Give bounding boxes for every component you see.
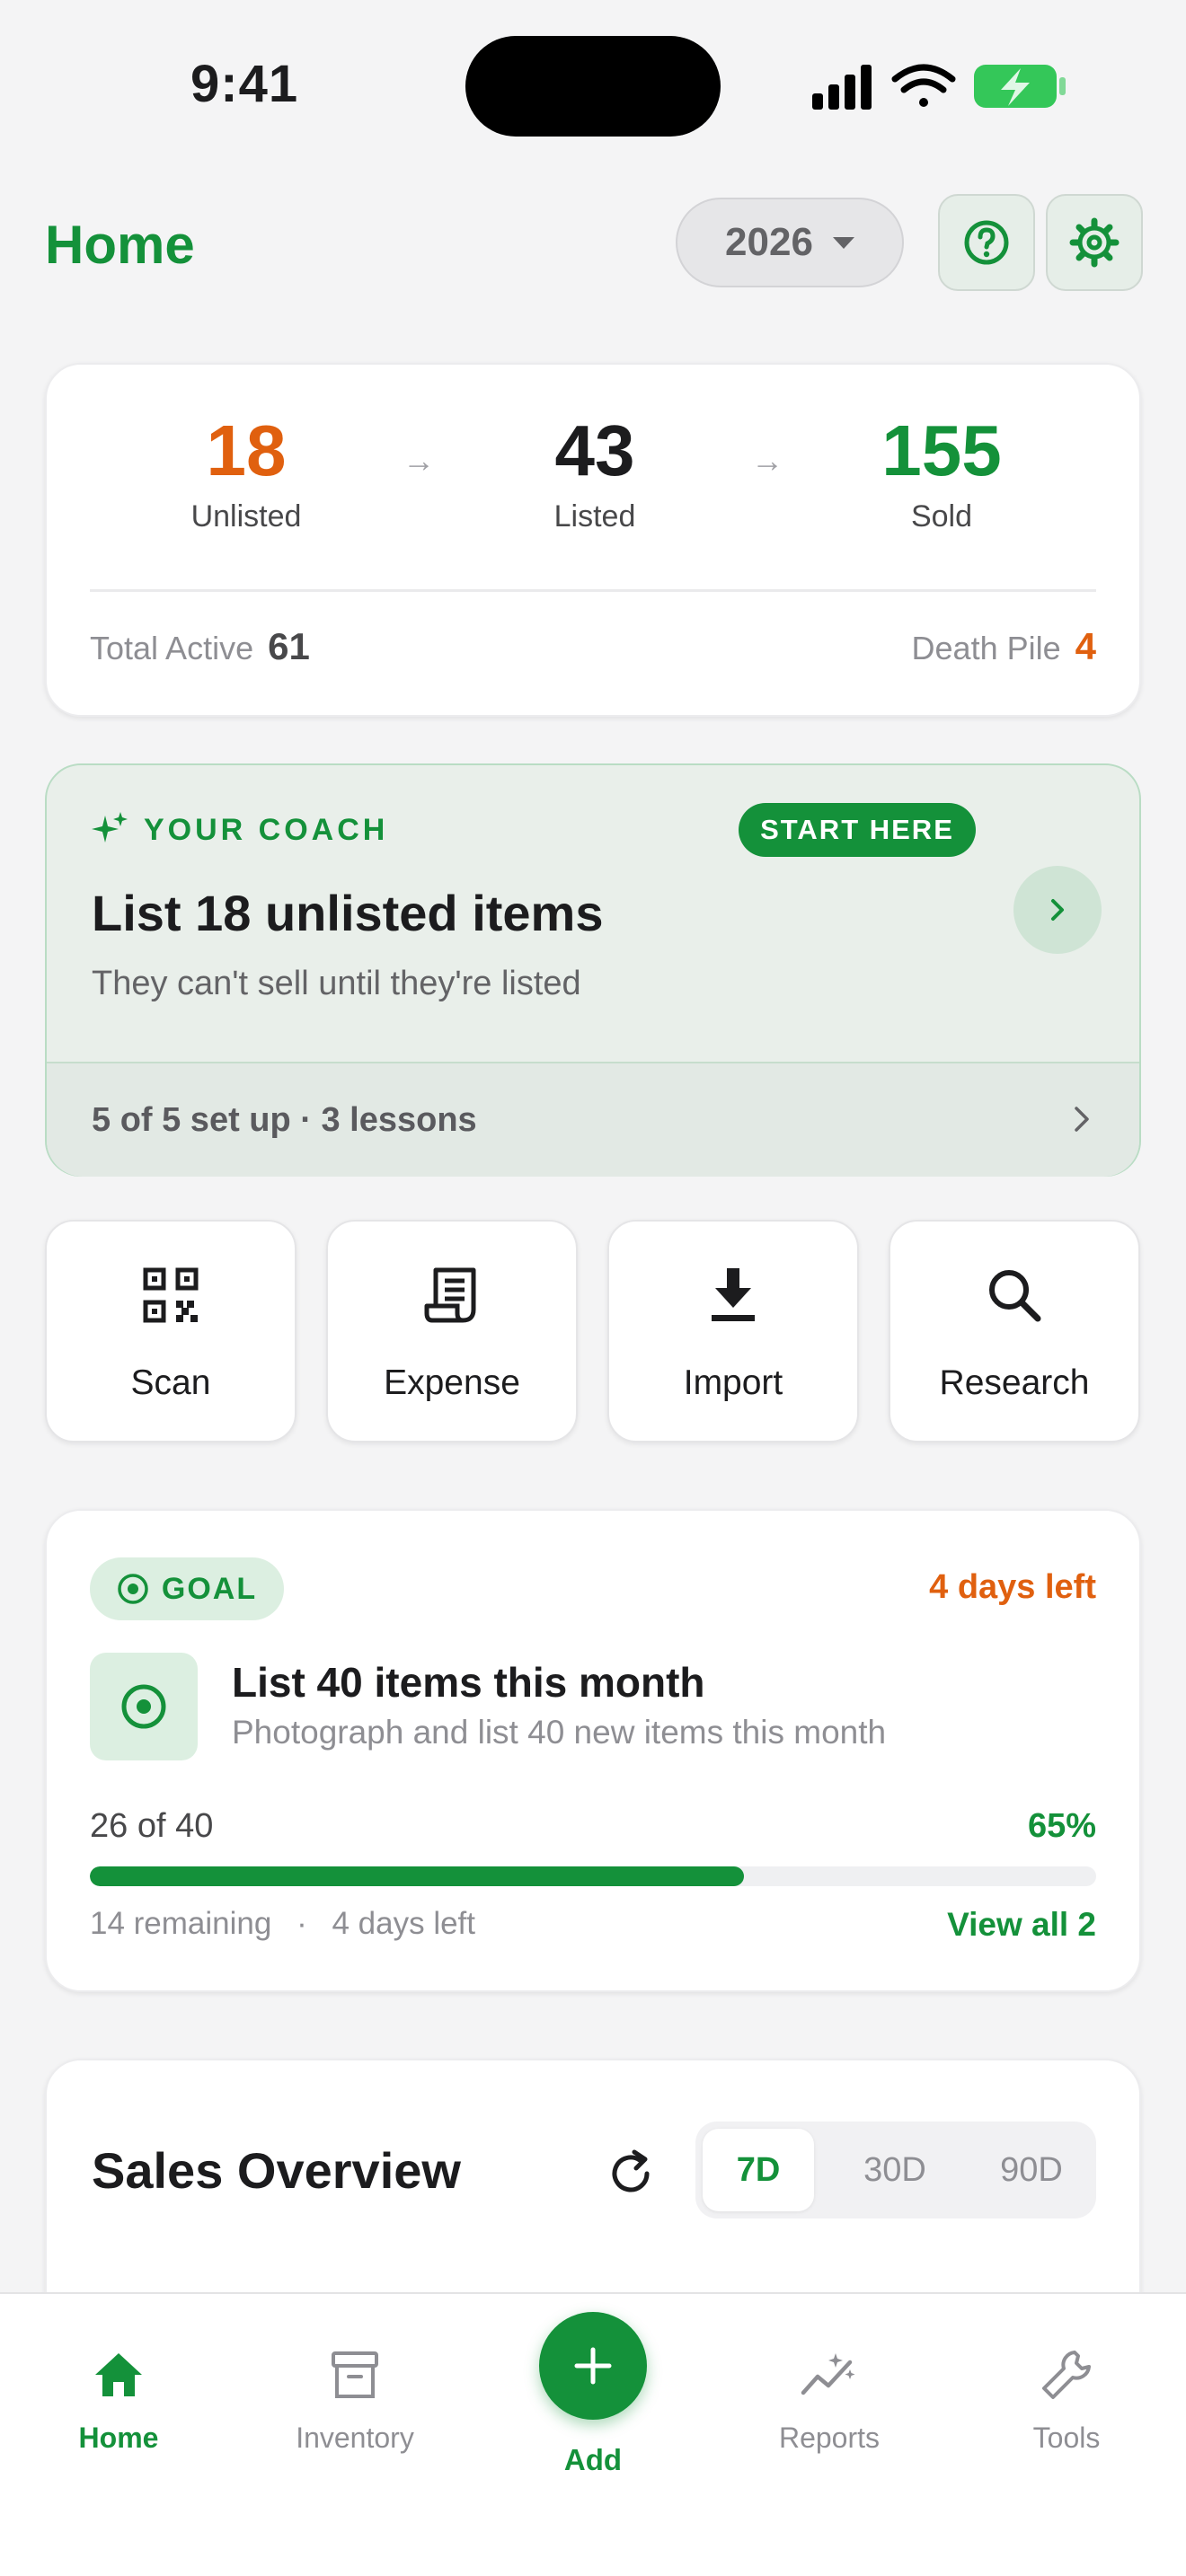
start-here-badge: START HERE — [739, 803, 976, 857]
target-icon — [118, 1574, 148, 1604]
coach-card[interactable]: YOUR COACH START HERE List 18 unlisted i… — [45, 763, 1141, 1177]
chevron-down-icon — [832, 236, 854, 249]
coach-subtitle: They can't sell until they're listed — [92, 965, 581, 1002]
settings-button[interactable] — [1046, 194, 1143, 291]
goal-progress-count: 26 of 40 — [90, 1807, 214, 1845]
plus-icon — [574, 2347, 612, 2385]
add-button[interactable] — [539, 2312, 647, 2420]
tab-inventory[interactable]: Inventory — [256, 2339, 454, 2455]
goal-badge-label: GOAL — [161, 1571, 258, 1606]
home-icon — [95, 2353, 142, 2396]
battery-charging-icon — [974, 65, 1066, 108]
cellular-signal-icon — [812, 65, 872, 110]
archive-box-icon — [332, 2351, 378, 2398]
goal-title: List 40 items this month — [232, 1659, 705, 1706]
divider — [90, 589, 1096, 592]
wifi-icon — [891, 64, 956, 107]
sold-label: Sold — [910, 499, 973, 534]
scan-button[interactable]: Scan — [45, 1220, 296, 1442]
import-label: Import — [683, 1363, 783, 1402]
sold-count: 155 — [881, 410, 1002, 490]
stat-unlisted[interactable]: 18 Unlisted — [156, 410, 336, 534]
goal-badge: GOAL — [90, 1557, 284, 1620]
add-label: Add — [563, 2443, 623, 2476]
tab-home-label: Home — [78, 2422, 159, 2454]
scan-label: Scan — [130, 1363, 211, 1402]
coach-tag-label: YOUR COACH — [144, 812, 389, 847]
wrench-icon — [1042, 2351, 1091, 2399]
goal-tile — [90, 1653, 198, 1760]
goal-progress-fill — [90, 1866, 744, 1886]
expense-button[interactable]: Expense — [326, 1220, 578, 1442]
range-90d[interactable]: 90D — [976, 2129, 1087, 2211]
help-button[interactable] — [938, 194, 1035, 291]
page-title: Home — [45, 215, 195, 275]
goal-progress-bar — [90, 1866, 1096, 1886]
sparkles-icon — [92, 812, 128, 842]
view-all-goals-link[interactable]: View all 2 — [947, 1906, 1096, 1944]
tab-reports[interactable]: Reports — [730, 2339, 928, 2455]
tab-inventory-label: Inventory — [296, 2422, 414, 2454]
listed-count: 43 — [554, 410, 635, 490]
status-icons — [812, 64, 1066, 110]
listed-label: Listed — [553, 499, 636, 534]
goal-progress-percent: 65% — [1027, 1807, 1096, 1845]
dynamic-island — [465, 36, 721, 137]
tab-tools-label: Tools — [1032, 2422, 1101, 2454]
separator-dot: · — [296, 1906, 307, 1941]
inventory-summary-card: 18 Unlisted → 43 Listed → 155 Sold Total… — [45, 363, 1141, 717]
question-circle-icon — [964, 220, 1009, 265]
stat-listed[interactable]: 43 Listed — [505, 410, 685, 534]
goal-description: Photograph and list 40 new items this mo… — [232, 1714, 887, 1751]
coach-title: List 18 unlisted items — [92, 885, 604, 941]
arrow-right-icon: → — [403, 442, 435, 479]
qr-scan-icon — [143, 1267, 199, 1323]
year-selector[interactable]: 2026 — [676, 198, 904, 287]
coach-lessons-text: 5 of 5 set up · 3 lessons — [92, 1101, 477, 1139]
research-button[interactable]: Research — [889, 1220, 1140, 1442]
coach-tag: YOUR COACH — [92, 812, 388, 848]
chevron-right-icon — [1075, 1107, 1089, 1132]
tab-bar: Home Inventory Add Reports Tools — [0, 2292, 1186, 2576]
refresh-icon[interactable] — [604, 2147, 658, 2201]
chevron-right-icon — [1051, 899, 1064, 921]
target-icon — [121, 1684, 166, 1729]
gear-icon — [1069, 217, 1120, 268]
total-active-value: 61 — [268, 625, 310, 667]
tab-tools[interactable]: Tools — [968, 2339, 1165, 2455]
range-segmented-control: 7D 30D 90D — [695, 2122, 1096, 2219]
year-value: 2026 — [725, 220, 813, 264]
search-icon — [989, 1270, 1041, 1322]
trend-chart-icon — [801, 2353, 855, 2395]
expense-label: Expense — [384, 1363, 520, 1402]
range-7d[interactable]: 7D — [703, 2129, 814, 2211]
unlisted-count: 18 — [206, 410, 287, 490]
sales-overview-title: Sales Overview — [92, 2142, 461, 2199]
receipt-icon — [424, 1267, 476, 1323]
goal-footer-days: 4 days left — [332, 1906, 476, 1941]
header: Home 2026 — [0, 189, 1186, 296]
download-icon — [712, 1268, 755, 1321]
goal-days-left: 4 days left — [929, 1568, 1096, 1606]
research-label: Research — [939, 1363, 1090, 1402]
goal-footer: 14 remaining · 4 days left — [90, 1906, 475, 1942]
goal-card[interactable]: GOAL 4 days left List 40 items this mont… — [45, 1509, 1141, 1992]
total-active: Total Active 61 — [90, 625, 310, 668]
stat-sold[interactable]: 155 Sold — [852, 410, 1031, 534]
total-active-label: Total Active — [90, 630, 254, 666]
status-time: 9:41 — [190, 55, 299, 113]
tab-home[interactable]: Home — [20, 2339, 217, 2455]
arrow-right-icon: → — [751, 442, 783, 479]
death-pile[interactable]: Death Pile 4 — [912, 625, 1096, 668]
tab-reports-label: Reports — [778, 2422, 881, 2454]
status-bar: 9:41 — [0, 0, 1186, 171]
coach-lessons-row[interactable]: 5 of 5 set up · 3 lessons — [47, 1062, 1139, 1177]
death-pile-value: 4 — [1075, 625, 1096, 667]
import-button[interactable]: Import — [607, 1220, 859, 1442]
range-30d[interactable]: 30D — [839, 2129, 951, 2211]
death-pile-label: Death Pile — [911, 630, 1061, 666]
coach-go-button[interactable] — [1013, 866, 1102, 954]
unlisted-label: Unlisted — [190, 499, 302, 534]
goal-remaining: 14 remaining — [90, 1906, 272, 1941]
